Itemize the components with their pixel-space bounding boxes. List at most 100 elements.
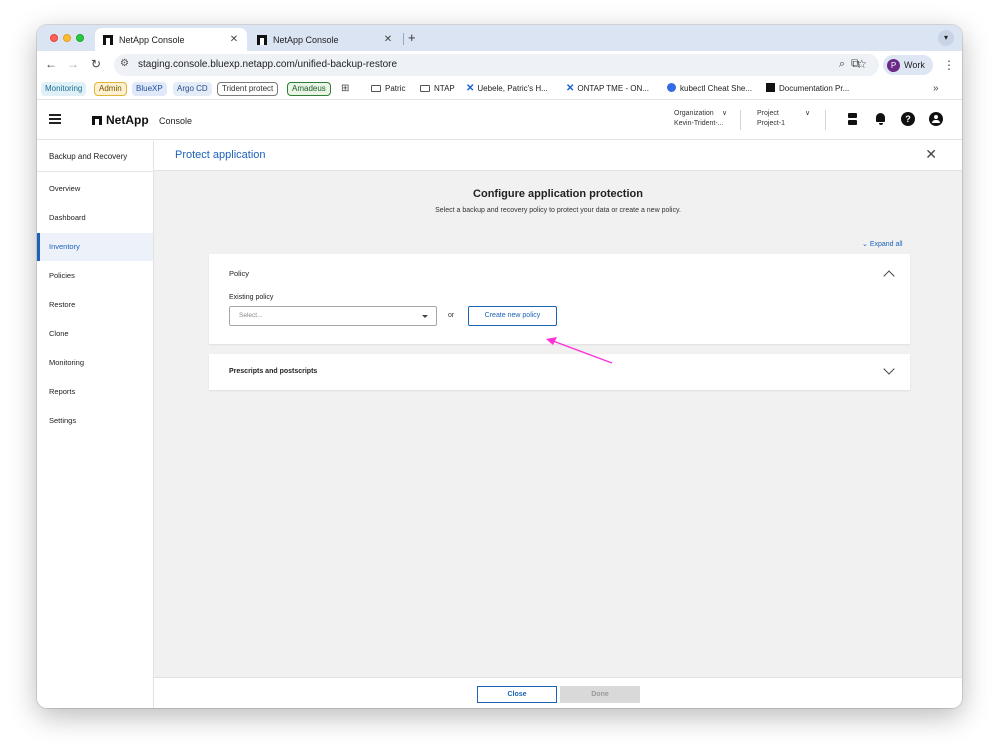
select-placeholder: Select... <box>239 312 263 319</box>
policy-section: Policy Existing policy Select... or Crea… <box>209 254 910 344</box>
caret-down-icon <box>422 315 428 318</box>
sidebar-item-reports[interactable]: Reports <box>37 378 153 406</box>
sidebar-item-restore[interactable]: Restore <box>37 291 153 319</box>
window-close-control[interactable] <box>50 34 58 42</box>
panel-header: Protect application ✕ <box>154 141 962 171</box>
sidebar-title: Backup and Recovery <box>49 152 128 161</box>
bookmark-argocd[interactable]: Argo CD <box>173 82 212 96</box>
bookmark-folder-patric[interactable]: Patric <box>371 82 405 96</box>
chevron-up-icon[interactable] <box>883 270 895 282</box>
bookmark-admin[interactable]: Admin <box>94 82 127 96</box>
tab-close-icon[interactable]: ✕ <box>227 34 241 45</box>
netapp-favicon-icon <box>103 34 113 45</box>
existing-policy-select[interactable]: Select... <box>229 306 437 326</box>
bookmarks-bar: Monitoring Admin BlueXP Argo CD Trident … <box>37 79 962 100</box>
app-header: NetApp Console Organization Kevin-Triden… <box>37 100 962 140</box>
brand-name: NetApp <box>106 113 149 127</box>
back-arrow-icon[interactable]: ← <box>43 57 59 71</box>
chevron-down-icon[interactable] <box>883 363 895 375</box>
bookmark-folder-ntap[interactable]: NTAP <box>420 82 455 96</box>
bookmark-label: ONTAP TME - ON... <box>577 84 649 93</box>
annotation-arrow <box>546 337 613 364</box>
bookmark-documentation[interactable]: Documentation Pr... <box>766 82 849 96</box>
organization-value: Kevin-Trident-... <box>674 120 724 127</box>
existing-policy-label: Existing policy <box>229 294 274 301</box>
sidebar-item-inventory[interactable]: Inventory <box>37 233 153 261</box>
bookmark-amadeus[interactable]: Amadeus <box>287 82 331 96</box>
bookmark-label: Patric <box>385 84 406 93</box>
sidebar: Backup and Recovery Overview Dashboard I… <box>37 141 154 708</box>
browser-menu-icon[interactable]: ⋮ <box>943 58 955 72</box>
bookmark-kubectl[interactable]: kubectl Cheat She... <box>667 82 752 96</box>
tab-divider <box>403 33 404 45</box>
bookmark-bluexp[interactable]: BlueXP <box>132 82 167 96</box>
site-settings-icon[interactable]: ⚙ <box>120 58 129 69</box>
browser-tab[interactable]: NetApp Console ✕ <box>249 28 401 51</box>
page-title: Protect application <box>175 149 266 161</box>
more-bookmarks-icon[interactable]: » <box>933 82 939 96</box>
console-label: Console <box>159 116 193 126</box>
workloads-icon[interactable] <box>846 112 860 126</box>
done-button[interactable]: Done <box>560 686 640 703</box>
address-bar-row: ← → ↻ ⚙ staging.console.bluexp.netapp.co… <box>37 51 962 79</box>
kubernetes-icon <box>667 83 676 92</box>
section-heading: Configure application protection <box>473 188 643 200</box>
browser-tab-active[interactable]: NetApp Console ✕ <box>95 28 247 51</box>
expand-all-label: Expand all <box>869 241 903 248</box>
header-divider <box>740 110 741 130</box>
bookmark-uebele[interactable]: ✕ Uebele, Patric's H... <box>466 82 548 96</box>
url-bar[interactable]: ⚙ staging.console.bluexp.netapp.com/unif… <box>114 54 879 76</box>
expand-all-link[interactable]: ⌄ Expand all <box>862 240 903 248</box>
forward-arrow-icon[interactable]: → <box>65 57 81 71</box>
scripts-section-title: Prescripts and postscripts <box>229 368 318 375</box>
sidebar-divider <box>37 171 154 172</box>
new-tab-button[interactable]: + <box>408 30 416 45</box>
sidebar-item-policies[interactable]: Policies <box>37 262 153 290</box>
netapp-logo-icon <box>92 115 102 125</box>
main-panel: Protect application ✕ Configure applicat… <box>154 141 962 708</box>
help-icon[interactable]: ? <box>901 112 915 126</box>
action-footer: Close Done <box>154 677 962 708</box>
sidebar-item-dashboard[interactable]: Dashboard <box>37 204 153 232</box>
bookmark-monitoring[interactable]: Monitoring <box>41 82 87 96</box>
user-account-icon[interactable] <box>929 112 943 126</box>
bookmark-ontap-tme[interactable]: ✕ ONTAP TME - ON... <box>566 82 649 96</box>
hamburger-menu-icon[interactable] <box>49 114 61 124</box>
scripts-section[interactable]: Prescripts and postscripts <box>209 354 910 390</box>
bookmark-label: Uebele, Patric's H... <box>477 84 548 93</box>
tab-search-icon[interactable]: ▾ <box>938 30 954 46</box>
tab-close-icon[interactable]: ✕ <box>381 34 395 45</box>
confluence-icon: ✕ <box>566 83 575 94</box>
chevron-down-icon: ∨ <box>805 110 811 117</box>
reload-icon[interactable]: ↻ <box>88 57 104 71</box>
apps-grid-icon[interactable]: ⊞ <box>341 82 349 96</box>
tab-strip: NetApp Console ✕ NetApp Console ✕ + ▾ <box>37 25 962 51</box>
sidebar-item-settings[interactable]: Settings <box>37 407 153 435</box>
url-text: staging.console.bluexp.netapp.com/unifie… <box>138 59 398 70</box>
search-icon[interactable]: ⌕ <box>839 58 845 71</box>
close-icon[interactable]: ✕ <box>925 146 937 163</box>
sidebar-item-overview[interactable]: Overview <box>37 175 153 203</box>
bookmark-trident-protect[interactable]: Trident protect <box>217 82 279 96</box>
close-button[interactable]: Close <box>477 686 557 703</box>
extensions-puzzle-icon[interactable]: ⧉ <box>851 56 860 71</box>
notifications-bell-icon[interactable] <box>874 112 888 126</box>
profile-avatar: P <box>887 58 900 72</box>
confluence-icon: ✕ <box>466 83 475 94</box>
project-value: Project-1 <box>757 120 786 127</box>
section-subheading: Select a backup and recovery policy to p… <box>435 207 681 214</box>
create-new-policy-button[interactable]: Create new policy <box>468 306 557 326</box>
profile-button[interactable]: P Work <box>883 55 933 75</box>
organization-selector[interactable]: Organization Kevin-Trident-... ∨ <box>674 109 734 129</box>
browser-window: NetApp Console ✕ NetApp Console ✕ + ▾ ← … <box>37 25 962 708</box>
netapp-logo[interactable]: NetApp <box>92 113 149 127</box>
project-selector[interactable]: Project Project-1 ∨ <box>757 109 817 129</box>
window-minimize-control[interactable] <box>63 34 71 42</box>
sidebar-item-clone[interactable]: Clone <box>37 320 153 348</box>
bookmark-label: kubectl Cheat She... <box>680 84 753 93</box>
window-zoom-control[interactable] <box>76 34 84 42</box>
chevron-down-icon: ∨ <box>722 110 728 117</box>
tab-title: NetApp Console <box>273 34 339 45</box>
header-divider <box>825 110 826 130</box>
sidebar-item-monitoring[interactable]: Monitoring <box>37 349 153 377</box>
